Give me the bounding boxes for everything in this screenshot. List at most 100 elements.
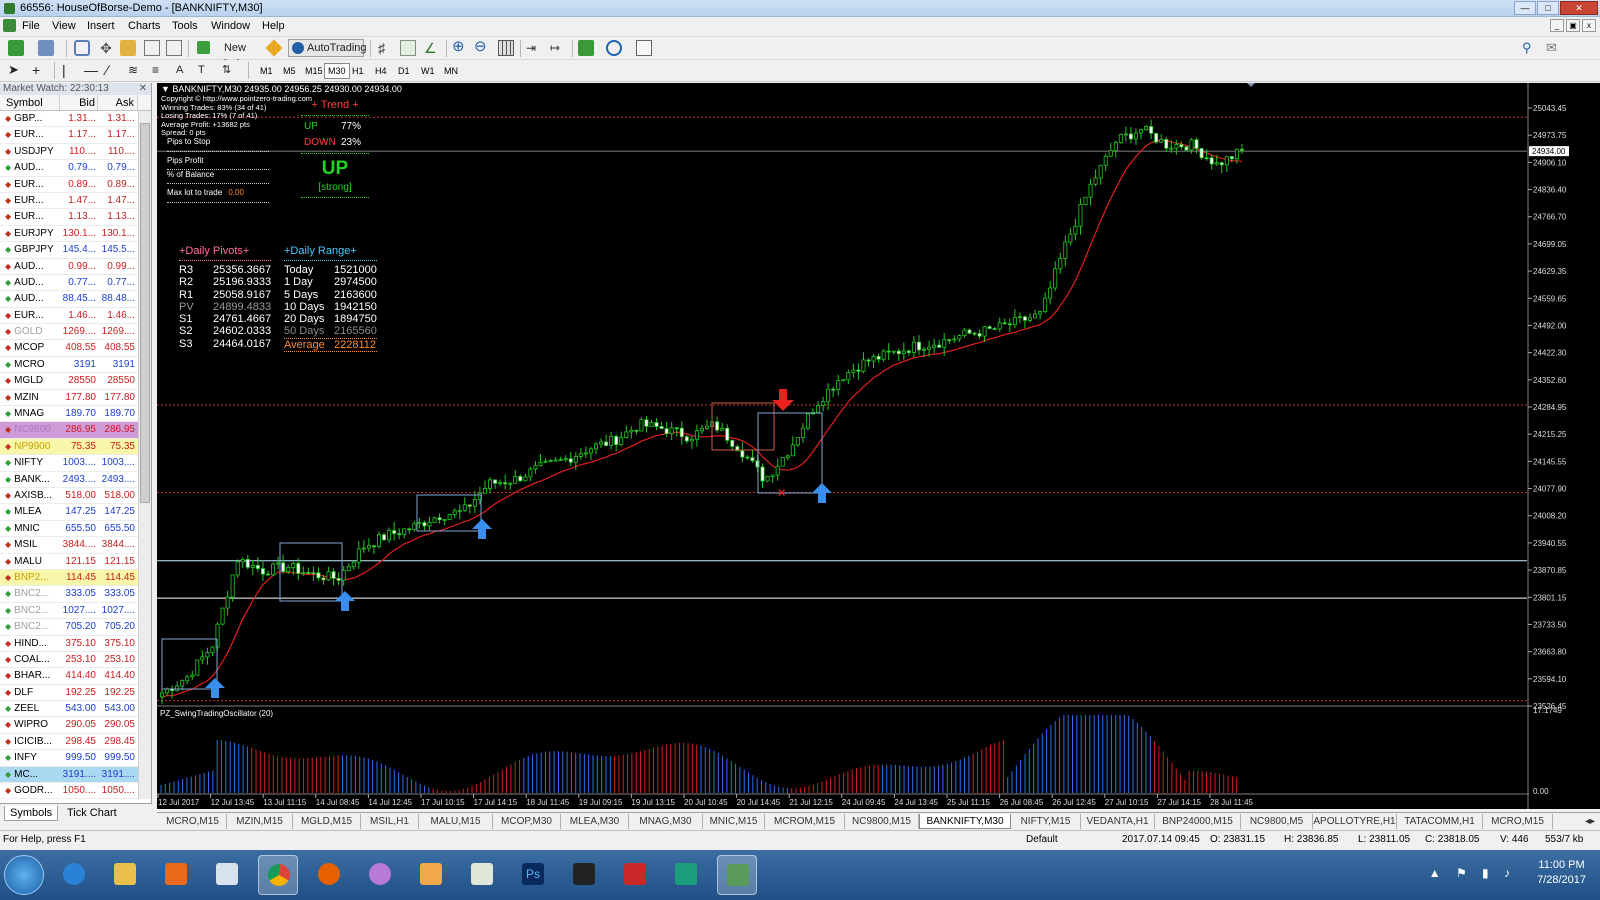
indicators-icon[interactable] [578, 40, 594, 56]
tile-windows-icon[interactable] [498, 40, 514, 56]
market-watch-row[interactable]: MSIL3844....3844.... [0, 537, 138, 554]
tab-scroll-arrows-icon[interactable]: ◂▸ [1581, 814, 1599, 829]
market-watch-row[interactable]: INFY 999.50 999.50 [0, 750, 138, 767]
market-watch-row[interactable]: AUD... 0.79... 0.79... [0, 160, 138, 177]
search-icon[interactable]: ⚲ [1522, 40, 1538, 56]
timeframe-m5[interactable]: M5 [279, 63, 300, 79]
market-watch-row[interactable]: GBPJPY145.4... 145.5... [0, 242, 138, 259]
tab-symbols[interactable]: Symbols [4, 806, 59, 821]
market-watch-row[interactable]: MNIC 655.50 655.50 [0, 521, 138, 538]
market-watch-row[interactable]: NP9900 75.35 75.35 [0, 438, 138, 456]
text-icon[interactable]: A [176, 62, 192, 78]
timeframe-h4[interactable]: H4 [371, 63, 391, 79]
market-watch-row[interactable]: MCOP 408.55 408.55 [0, 340, 138, 357]
taskbar-clock[interactable]: 11:00 PM 7/28/2017 [1537, 858, 1586, 888]
chart-tab[interactable]: BNP24000,M15 [1155, 814, 1241, 829]
taskbar-notepad[interactable] [207, 855, 247, 895]
chart-tab[interactable]: NC9800,M15 [845, 814, 919, 829]
market-watch-row[interactable]: ZEEL 543.00 543.00 [0, 701, 138, 718]
chart-window-icon[interactable] [3, 19, 16, 32]
fibonacci-icon[interactable]: ≡ [152, 62, 168, 78]
market-watch-row[interactable]: MGLD 28550 28550 [0, 373, 138, 390]
market-watch-icon[interactable] [74, 40, 90, 56]
horizontal-line-icon[interactable]: — [84, 62, 100, 78]
taskbar-notes[interactable] [462, 855, 502, 895]
candlestick-icon[interactable] [400, 40, 416, 56]
chart-tab[interactable]: MLEA,M30 [561, 814, 629, 829]
chart-tab[interactable]: APOLLOTYRE,H1 [1313, 814, 1397, 829]
start-button[interactable] [4, 855, 44, 895]
market-watch-scrollbar[interactable] [138, 111, 151, 799]
market-watch-row[interactable]: DLF 192.25 192.25 [0, 685, 138, 702]
market-watch-row[interactable]: EUR... 0.89... 0.89... [0, 177, 138, 193]
menu-tools[interactable]: Tools [172, 20, 198, 32]
market-watch-row[interactable]: NC9800 286.95 286.95 [0, 422, 138, 439]
timeframe-h1[interactable]: H1 [348, 63, 368, 79]
metaeditor-icon[interactable] [265, 39, 283, 57]
crosshair-icon[interactable]: + [32, 62, 48, 78]
text-label-icon[interactable]: T [198, 62, 214, 78]
new-order-button[interactable]: New Order [194, 39, 262, 70]
market-watch-row[interactable]: MNAG 189.70 189.70 [0, 406, 138, 423]
market-watch-row[interactable]: HIND... 375.10 375.10 [0, 636, 138, 652]
chart-tab[interactable]: MGLD,M15 [293, 814, 361, 829]
market-watch-row[interactable]: MALU 121.15 121.15 [0, 554, 138, 570]
taskbar-video[interactable] [564, 855, 604, 895]
chart-tab[interactable]: MALU,M15 [419, 814, 493, 829]
navigator-icon[interactable]: ✥ [98, 40, 114, 56]
new-chart-icon[interactable] [8, 40, 24, 56]
taskbar-app-purple[interactable] [360, 855, 400, 895]
market-watch-row[interactable]: GODR...1050....1050.... [0, 783, 138, 799]
market-watch-row[interactable]: AUD... 0.99... 0.99... [0, 259, 138, 275]
chart-window[interactable]: 25043.45 24973.75 24906.10 24836.40 24766.70… [157, 83, 1600, 809]
taskbar-firefox[interactable] [309, 855, 349, 895]
market-watch-row[interactable]: BNC2...1027....1027.... [0, 603, 138, 620]
timeframe-mn[interactable]: MN [440, 63, 462, 79]
column-header-symbol[interactable]: Symbol [0, 95, 60, 110]
market-watch-row[interactable]: NIFTY1003....1003.... [0, 455, 138, 472]
timeframe-m1[interactable]: M1 [256, 63, 277, 79]
menu-charts[interactable]: Charts [128, 20, 160, 32]
chart-tab[interactable]: NIFTY,M15 [1011, 814, 1081, 829]
chat-icon[interactable]: ✉ [1546, 40, 1562, 56]
market-watch-row[interactable]: ICICIB... 298.45 298.45 [0, 734, 138, 751]
market-watch-row[interactable]: WIPRO 290.05 290.05 [0, 717, 138, 734]
market-watch-row[interactable]: BANK...2493....2493.... [0, 472, 138, 488]
chart-tab[interactable]: MZIN,M15 [227, 814, 293, 829]
market-watch-row[interactable]: AUD... 0.77... 0.77... [0, 275, 138, 292]
bar-chart-icon[interactable]: ♯ [378, 40, 394, 56]
market-watch-row[interactable]: USDJPY 110.... 110.... [0, 144, 138, 161]
market-watch-row[interactable]: GOLD1269....1269.... [0, 324, 138, 341]
arrows-icon[interactable]: ⇅ [222, 62, 238, 78]
market-watch-row[interactable]: MCRO 3191 3191 [0, 357, 138, 374]
mdi-minimize-button[interactable]: _ [1550, 19, 1564, 32]
market-watch-row[interactable]: GBP... 1.31... 1.31... [0, 111, 138, 128]
cursor-icon[interactable]: ➤ [8, 62, 24, 78]
chart-tab[interactable]: NC9800,M5 [1241, 814, 1313, 829]
profiles-icon[interactable] [38, 40, 54, 56]
menu-help[interactable]: Help [262, 20, 285, 32]
market-watch-row[interactable]: BHAR... 414.40 414.40 [0, 668, 138, 685]
tab-tick-chart[interactable]: Tick Chart [62, 806, 122, 820]
market-watch-row[interactable]: EUR... 1.17... 1.17... [0, 127, 138, 144]
market-watch-row[interactable]: BNP2... 114.45 114.45 [0, 569, 138, 587]
autotrading-button[interactable]: AutoTrading [288, 39, 367, 57]
periods-icon[interactable] [606, 40, 622, 56]
data-window-icon[interactable] [120, 40, 136, 56]
column-header-bid[interactable]: Bid [60, 95, 98, 110]
zoom-in-icon[interactable]: ⊕ [452, 39, 468, 56]
scrollbar-thumb[interactable] [140, 123, 150, 503]
line-chart-icon[interactable]: ∠ [424, 40, 440, 56]
minimize-button[interactable]: — [1514, 1, 1536, 15]
menu-view[interactable]: View [52, 20, 76, 32]
market-watch-row[interactable]: BNC2... 705.20 705.20 [0, 619, 138, 636]
zoom-out-icon[interactable]: ⊖ [474, 39, 490, 56]
templates-icon[interactable] [636, 40, 652, 56]
taskbar-explorer[interactable] [105, 855, 145, 895]
close-button[interactable]: ✕ [1560, 1, 1598, 15]
market-watch-row[interactable]: EUR... 1.47... 1.47... [0, 193, 138, 210]
market-watch-row[interactable]: EURJPY130.1...130.1... [0, 226, 138, 243]
chart-tab[interactable]: VEDANTA,H1 [1081, 814, 1155, 829]
chart-tab[interactable]: MSIL,H1 [361, 814, 419, 829]
taskbar-photoshop[interactable]: Ps [513, 855, 553, 895]
